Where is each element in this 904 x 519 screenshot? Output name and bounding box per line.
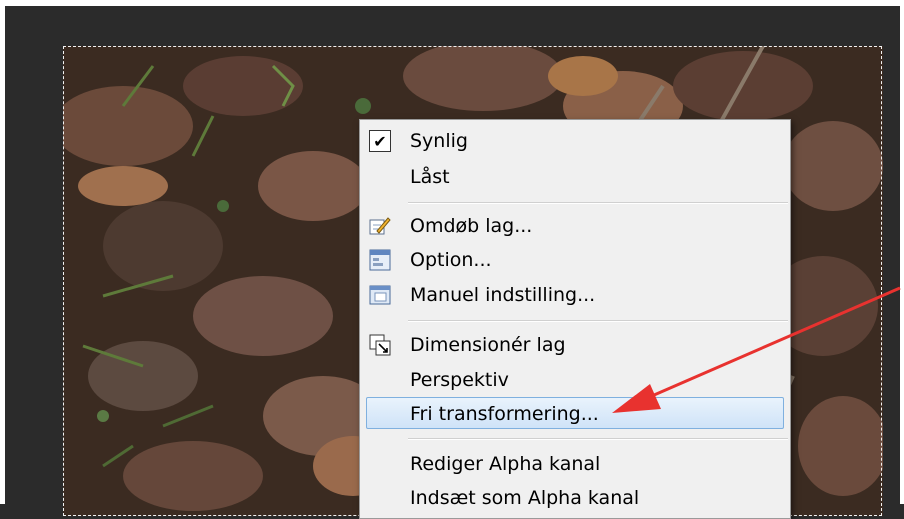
menu-item-dimensioner-lag[interactable]: Dimensionér lag	[360, 328, 790, 362]
window-frame-right	[900, 0, 904, 504]
menu-item-label: Fri transformering...	[410, 403, 599, 425]
menu-item-rediger-alpha-kanal[interactable]: Rediger Alpha kanal	[360, 447, 790, 481]
menu-item-omdoeb-lag[interactable]: Omdøb lag...	[360, 209, 790, 243]
menu-item-label: Dimensionér lag	[410, 334, 566, 356]
menu-item-label: Synlig	[410, 130, 468, 152]
menu-item-laast[interactable]: Låst	[360, 160, 790, 194]
menu-item-label: Manuel indstilling...	[410, 284, 596, 306]
window-frame-left	[0, 0, 5, 504]
context-menu: ✔ Synlig Låst Omdøb lag... Option... Man…	[359, 119, 791, 519]
manual-settings-icon	[369, 284, 391, 306]
menu-item-label: Omdøb lag...	[410, 215, 533, 237]
resize-layer-icon	[369, 334, 391, 356]
menu-item-label: Rediger Alpha kanal	[410, 453, 601, 475]
menu-item-perspektiv[interactable]: Perspektiv	[360, 363, 790, 397]
menu-item-manuel-indstilling[interactable]: Manuel indstilling...	[360, 278, 790, 312]
menu-item-option[interactable]: Option...	[360, 243, 790, 277]
menu-item-synlig[interactable]: ✔ Synlig	[360, 124, 790, 158]
menu-item-label: Låst	[410, 166, 450, 188]
menu-separator	[408, 202, 788, 204]
menu-item-fri-transformering[interactable]: Fri transformering...	[366, 397, 784, 429]
menu-separator	[408, 438, 788, 440]
menu-item-label: Indsæt som Alpha kanal	[410, 487, 640, 509]
menu-item-label: Perspektiv	[410, 369, 509, 391]
menu-separator	[408, 320, 788, 322]
menu-item-label: Option...	[410, 249, 492, 271]
rename-pencil-icon	[369, 215, 391, 237]
options-window-icon	[369, 249, 391, 271]
checkbox-checked-icon: ✔	[369, 130, 391, 152]
window-frame-top	[0, 0, 904, 6]
menu-item-indsaet-alpha-kanal[interactable]: Indsæt som Alpha kanal	[360, 481, 790, 515]
